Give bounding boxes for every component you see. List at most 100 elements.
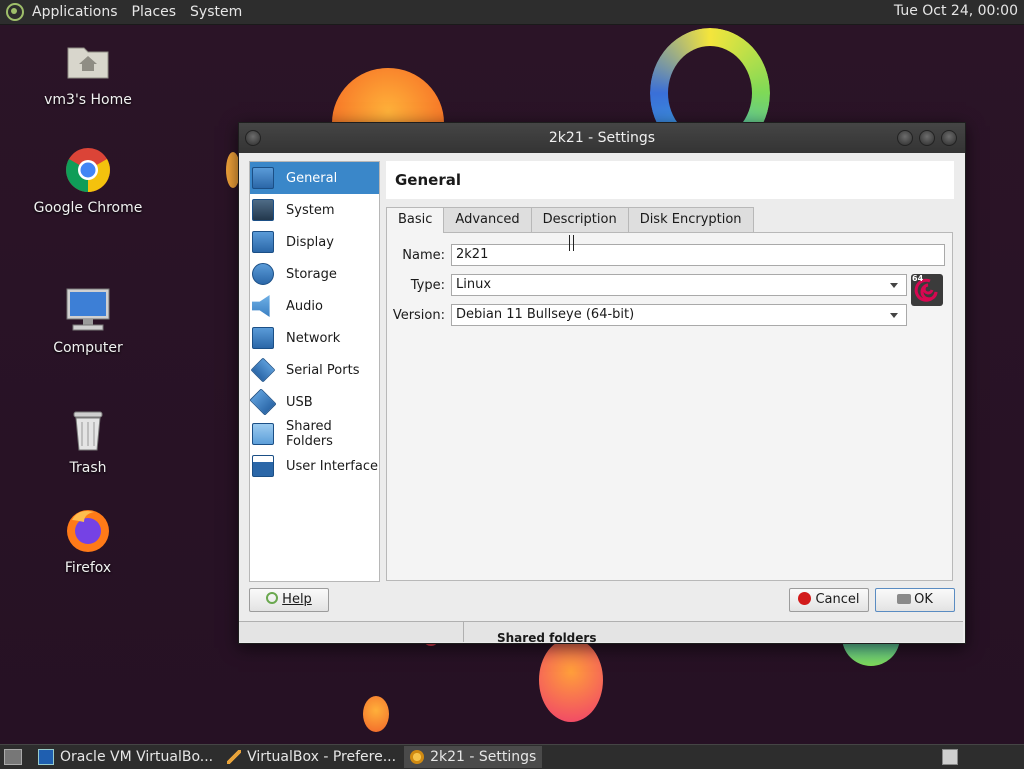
- tab-basic[interactable]: Basic: [386, 207, 445, 233]
- minimize-button[interactable]: [897, 130, 913, 146]
- desktop-icon-firefox-label: Firefox: [64, 560, 112, 576]
- task-label: VirtualBox - Prefere...: [247, 749, 397, 765]
- sidebar-item-label: Audio: [286, 298, 323, 314]
- chrome-icon: [64, 146, 112, 194]
- applications-menu[interactable]: Applications: [32, 4, 118, 20]
- help-button-label: Help: [282, 592, 312, 607]
- desktop-icon-home-label: vm3's Home: [44, 92, 132, 108]
- text-cursor-icon: [569, 235, 574, 251]
- serial-ports-icon: [250, 357, 276, 383]
- desktop-icon-computer[interactable]: Computer: [28, 286, 148, 356]
- sidebar-item-general[interactable]: General: [250, 162, 379, 194]
- sidebar-item-label: USB: [286, 394, 313, 410]
- sidebar-item-label: Storage: [286, 266, 337, 282]
- sidebar-item-shared-folders[interactable]: Shared Folders: [250, 418, 379, 450]
- tab-disk-encryption[interactable]: Disk Encryption: [627, 207, 754, 232]
- sidebar-item-display[interactable]: Display: [250, 226, 379, 258]
- background-window-strip: Shared folders: [239, 621, 963, 642]
- tab-advanced[interactable]: Advanced: [443, 207, 532, 232]
- distro-logo-icon[interactable]: [6, 3, 24, 21]
- section-title: General: [386, 161, 954, 199]
- sidebar-item-label: User Interface: [286, 458, 378, 474]
- os-badge-label: 64: [912, 274, 924, 283]
- wallpaper-orange-drop: [539, 638, 603, 722]
- places-menu[interactable]: Places: [132, 4, 177, 20]
- settings-sidebar: General System Display Storage Audio Net…: [249, 161, 380, 582]
- settings-icon: [410, 750, 425, 764]
- window-title: 2k21 - Settings: [548, 130, 656, 146]
- user-interface-icon: [252, 455, 274, 477]
- sidebar-item-audio[interactable]: Audio: [250, 290, 379, 322]
- clock[interactable]: Tue Oct 24, 00:00: [894, 3, 1018, 19]
- version-row: Version: Debian 11 Bullseye (64-bit): [387, 303, 907, 327]
- storage-icon: [252, 263, 274, 285]
- type-select[interactable]: Linux: [451, 274, 907, 296]
- close-button[interactable]: [941, 130, 957, 146]
- tab-description[interactable]: Description: [530, 207, 629, 232]
- sidebar-item-label: Display: [286, 234, 334, 250]
- desktop-icon-chrome-label: Google Chrome: [33, 200, 143, 216]
- name-field[interactable]: 2k21: [451, 244, 945, 266]
- type-row: Type: Linux: [387, 273, 907, 297]
- sidebar-item-serial-ports[interactable]: Serial Ports: [250, 354, 379, 386]
- settings-window: 2k21 - Settings General System Display S…: [238, 122, 966, 644]
- maximize-button[interactable]: [919, 130, 935, 146]
- task-virtualbox-preferences[interactable]: VirtualBox - Prefere...: [221, 746, 402, 768]
- sidebar-item-label: General: [286, 170, 338, 186]
- cancel-icon: [798, 592, 812, 605]
- wallpaper-small-drop: [363, 696, 389, 732]
- window-menu-button[interactable]: [245, 130, 261, 146]
- sidebar-item-label: Network: [286, 330, 341, 346]
- ok-button-label: OK: [914, 592, 933, 607]
- workspace-switcher[interactable]: [942, 749, 958, 765]
- sidebar-item-network[interactable]: Network: [250, 322, 379, 354]
- firefox-icon: [64, 506, 112, 554]
- background-window-divider: [463, 622, 464, 642]
- help-icon: [266, 592, 279, 604]
- computer-icon: [64, 286, 112, 334]
- task-virtualbox-manager[interactable]: Oracle VM VirtualBo...: [32, 746, 219, 768]
- desktop-icon-chrome[interactable]: Google Chrome: [28, 146, 148, 216]
- desktop-icon-home[interactable]: vm3's Home: [28, 38, 148, 108]
- tab-panel-basic: Name: 2k21 Type: Linux Version: Debian 1…: [386, 232, 953, 581]
- sidebar-item-system[interactable]: System: [250, 194, 379, 226]
- display-icon: [252, 231, 274, 253]
- trash-icon: [64, 406, 112, 454]
- settings-content: General Basic Advanced Description Disk …: [386, 161, 954, 581]
- cancel-button[interactable]: Cancel: [789, 588, 869, 612]
- help-button[interactable]: Help: [249, 588, 329, 612]
- home-folder-icon: [64, 38, 112, 86]
- ok-button[interactable]: OK: [875, 588, 955, 612]
- window-titlebar[interactable]: 2k21 - Settings: [239, 123, 965, 153]
- shared-folders-icon: [252, 423, 274, 445]
- show-desktop-icon[interactable]: [4, 749, 22, 765]
- sidebar-item-label: Serial Ports: [286, 362, 360, 378]
- debian-64-icon: 64: [911, 274, 943, 306]
- system-icon: [252, 199, 274, 221]
- desktop-icon-firefox[interactable]: Firefox: [28, 506, 148, 576]
- name-label: Name:: [402, 247, 445, 263]
- sidebar-item-storage[interactable]: Storage: [250, 258, 379, 290]
- type-label: Type:: [410, 277, 445, 293]
- sidebar-item-label: Shared Folders: [286, 419, 333, 449]
- name-row: Name: 2k21: [387, 243, 945, 267]
- task-settings[interactable]: 2k21 - Settings: [404, 746, 543, 768]
- virtualbox-icon: [38, 749, 54, 765]
- general-icon: [252, 167, 274, 189]
- bottom-panel: Oracle VM VirtualBo... VirtualBox - Pref…: [0, 744, 1024, 769]
- task-label: Oracle VM VirtualBo...: [60, 749, 214, 765]
- top-panel: Applications Places System Tue Oct 24, 0…: [0, 0, 1024, 25]
- version-label: Version:: [392, 307, 445, 323]
- sidebar-item-user-interface[interactable]: User Interface: [250, 450, 379, 482]
- ok-icon: [897, 594, 912, 604]
- system-menu[interactable]: System: [190, 4, 242, 20]
- version-select[interactable]: Debian 11 Bullseye (64-bit): [451, 304, 907, 326]
- shared-folders-behind-label: Shared folders: [497, 631, 597, 642]
- desktop-icon-trash[interactable]: Trash: [28, 406, 148, 476]
- task-label: 2k21 - Settings: [430, 749, 537, 765]
- audio-icon: [252, 295, 270, 317]
- network-icon: [252, 327, 274, 349]
- preferences-icon: [227, 750, 242, 764]
- sidebar-item-usb[interactable]: USB: [249, 386, 379, 418]
- usb-icon: [249, 388, 277, 416]
